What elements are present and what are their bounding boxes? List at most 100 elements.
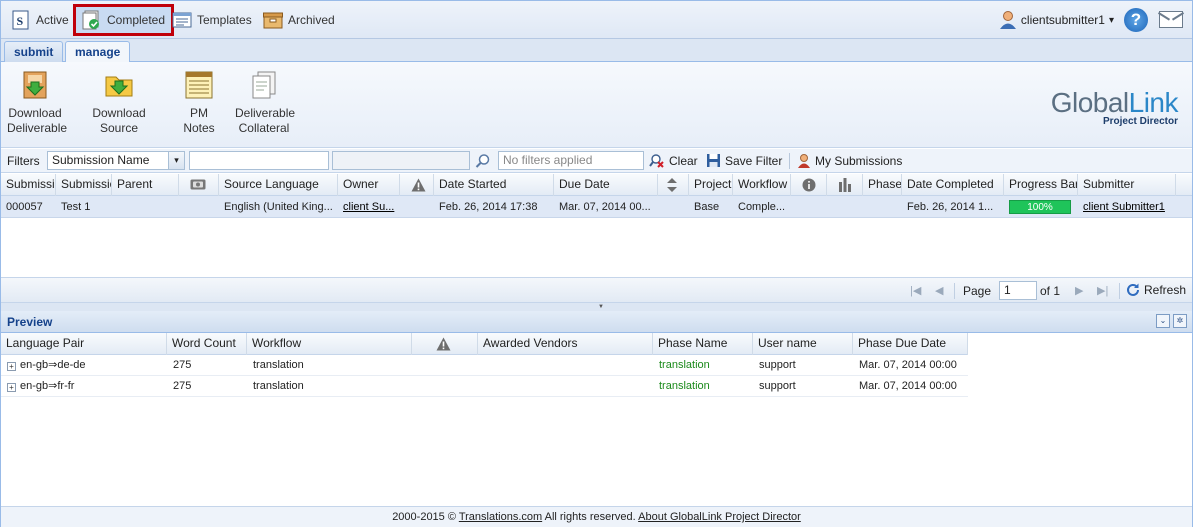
save-disk-icon bbox=[707, 154, 720, 167]
nav-active-label: Active bbox=[36, 13, 69, 27]
cell-name: Test 1 bbox=[61, 201, 91, 213]
submissions-grid: Submission Submission Parent Source Lang… bbox=[1, 174, 1192, 218]
search-icon[interactable] bbox=[475, 153, 491, 169]
gear-icon[interactable]: ✲ bbox=[1173, 314, 1187, 328]
nav-templates[interactable]: Templates bbox=[172, 7, 252, 33]
prev-page-icon[interactable]: ◀ bbox=[935, 284, 943, 297]
col-info[interactable] bbox=[791, 174, 827, 196]
language-pair-value: en-gb⇒fr-fr bbox=[20, 380, 75, 392]
s-document-icon: S bbox=[12, 10, 29, 30]
col-source-language[interactable]: Source Language bbox=[219, 174, 338, 196]
tab-submit[interactable]: submit bbox=[4, 41, 64, 62]
cell-language-pair: + en-gb⇒fr-fr bbox=[1, 376, 74, 397]
col-language-pair[interactable]: Language Pair bbox=[1, 333, 167, 355]
expand-icon[interactable]: + bbox=[7, 362, 16, 371]
col-phase-name[interactable]: Phase Name bbox=[653, 333, 753, 355]
clear-filter-icon bbox=[649, 154, 664, 168]
col-date-completed[interactable]: Date Completed bbox=[902, 174, 1004, 196]
mail-icon[interactable] bbox=[1159, 11, 1183, 28]
language-pair-value: en-gb⇒de-de bbox=[20, 359, 86, 371]
translations-link[interactable]: Translations.com bbox=[459, 511, 542, 523]
filter-secondary-input[interactable] bbox=[332, 151, 470, 170]
nav-archived[interactable]: Archived bbox=[263, 7, 335, 33]
preview-header: Preview ⌄ ✲ bbox=[1, 311, 1192, 333]
save-filter-button[interactable]: Save Filter bbox=[706, 153, 782, 168]
filter-summary: No filters applied bbox=[498, 151, 644, 170]
col-submission-name[interactable]: Submission bbox=[56, 174, 112, 196]
screen-icon bbox=[190, 179, 206, 190]
download-source-label: Download Source bbox=[92, 106, 146, 135]
expand-icon[interactable]: + bbox=[7, 383, 16, 392]
nav-templates-label: Templates bbox=[197, 13, 252, 27]
col-user-name[interactable]: User name bbox=[753, 333, 853, 355]
cell-due-date: Mar. 07, 2014 00... bbox=[559, 201, 651, 213]
nav-completed[interactable]: Completed bbox=[73, 4, 175, 36]
my-submissions-button[interactable]: My Submissions bbox=[797, 153, 902, 169]
first-page-icon[interactable]: |◀ bbox=[910, 284, 921, 297]
col-stats[interactable] bbox=[827, 174, 863, 196]
col-owner[interactable]: Owner bbox=[338, 174, 400, 196]
col-priority[interactable] bbox=[658, 174, 689, 196]
filter-value-input[interactable] bbox=[189, 151, 329, 170]
col-workflow-status[interactable]: Workflow S bbox=[733, 174, 791, 196]
cell-word-count: 275 bbox=[173, 380, 192, 392]
download-source-button[interactable]: Download Source bbox=[76, 70, 162, 136]
cell-phase-due-date: Mar. 07, 2014 00:00 bbox=[859, 359, 957, 371]
col-awarded-vendors[interactable]: Awarded Vendors bbox=[478, 333, 653, 355]
col-word-count[interactable]: Word Count bbox=[167, 333, 247, 355]
toolbar-divider bbox=[789, 153, 790, 169]
col-workflow[interactable]: Workflow bbox=[247, 333, 412, 355]
col-attachment[interactable] bbox=[179, 174, 219, 196]
filter-bar: Filters Submission Name ▾ No filters app… bbox=[1, 149, 1192, 173]
col-date-started[interactable]: Date Started bbox=[434, 174, 554, 196]
last-page-icon[interactable]: ▶| bbox=[1097, 284, 1108, 297]
help-icon[interactable]: ? bbox=[1124, 8, 1148, 32]
notes-icon bbox=[185, 71, 213, 99]
grid-header: Submission Submission Parent Source Lang… bbox=[1, 174, 1192, 196]
col-submission-id[interactable]: Submission bbox=[1, 174, 56, 196]
cell-submitter-link[interactable]: client Submitter1 bbox=[1078, 196, 1176, 218]
user-icon bbox=[798, 154, 810, 168]
col-due-date[interactable]: Due Date bbox=[554, 174, 658, 196]
col-phase[interactable]: Phase bbox=[863, 174, 902, 196]
progress-bar: 100% bbox=[1009, 200, 1071, 214]
warning-icon bbox=[411, 178, 426, 192]
tab-manage[interactable]: manage bbox=[65, 41, 131, 63]
about-link[interactable]: About GlobalLink Project Director bbox=[638, 511, 801, 523]
list-item[interactable]: + en-gb⇒fr-fr 275 translation translation… bbox=[1, 376, 968, 397]
preview-grid-header: Language Pair Word Count Workflow Awarde… bbox=[1, 333, 968, 355]
collapse-arrow-icon[interactable]: ▼ bbox=[591, 304, 611, 310]
list-item[interactable]: + en-gb⇒de-de 275 translation translation… bbox=[1, 355, 968, 376]
chevron-down-icon[interactable]: ▾ bbox=[168, 152, 184, 169]
nav-active[interactable]: S Active bbox=[11, 7, 69, 33]
col-parent[interactable]: Parent bbox=[112, 174, 179, 196]
clear-filter-button[interactable]: Clear bbox=[649, 153, 698, 169]
col-project[interactable]: Project bbox=[689, 174, 733, 196]
completed-check-icon bbox=[82, 10, 99, 30]
download-deliverable-button[interactable]: Download Deliverable bbox=[7, 70, 67, 136]
download-deliverable-label: Download Deliverable bbox=[7, 106, 68, 135]
cell-source-language: English (United King... bbox=[224, 201, 333, 213]
pager-divider bbox=[954, 283, 955, 299]
collapse-panel-icon[interactable]: ⌄ bbox=[1156, 314, 1170, 328]
panel-splitter[interactable]: ▼ bbox=[1, 303, 1192, 311]
cell-date-completed: Feb. 26, 2014 1... bbox=[907, 201, 994, 213]
deliverable-collateral-label: Deliverable Collateral bbox=[235, 106, 296, 135]
preview-title: Preview bbox=[7, 315, 53, 329]
col-submitter[interactable]: Submitter bbox=[1078, 174, 1176, 196]
page-number-input[interactable]: 1 bbox=[999, 281, 1037, 300]
pm-notes-button[interactable]: PM Notes bbox=[175, 70, 223, 136]
table-row[interactable]: 000057 Test 1 English (United King... cl… bbox=[1, 196, 1192, 218]
col-alert[interactable] bbox=[400, 174, 434, 196]
user-menu[interactable]: clientsubmitter1 ▾ bbox=[999, 10, 1114, 30]
col-phase-due-date[interactable]: Phase Due Date bbox=[853, 333, 968, 355]
cell-owner-link[interactable]: client Su... bbox=[338, 196, 400, 218]
filter-field-select[interactable]: Submission Name ▾ bbox=[47, 151, 185, 170]
col-progress-bar[interactable]: Progress Bar bbox=[1004, 174, 1078, 196]
deliverable-collateral-button[interactable]: Deliverable Collateral bbox=[235, 70, 296, 136]
next-page-icon[interactable]: ▶ bbox=[1075, 284, 1083, 297]
cell-workflow: translation bbox=[253, 380, 304, 392]
collateral-documents-icon bbox=[252, 71, 276, 99]
col-warning[interactable] bbox=[412, 333, 478, 355]
refresh-button[interactable]: Refresh bbox=[1126, 283, 1186, 297]
